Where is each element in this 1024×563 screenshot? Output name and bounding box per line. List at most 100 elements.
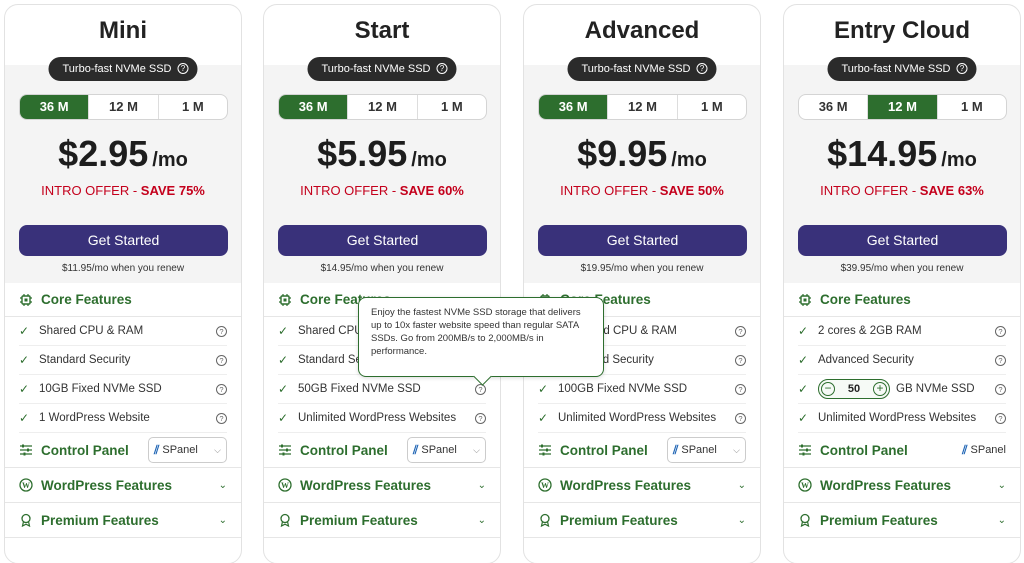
premium-features-toggle[interactable]: Premium Features ⌄ [264, 503, 500, 538]
get-started-button[interactable]: Get Started [538, 225, 747, 256]
help-icon[interactable]: ? [696, 63, 708, 74]
term-selector[interactable]: 36 M 12 M1 M [278, 94, 487, 120]
check-icon: ✓ [798, 411, 809, 425]
control-panel-select[interactable]: ⫽ SPanel ⌵ [148, 437, 227, 463]
feature-row: ✓ Standard Security ? [19, 346, 227, 375]
nvme-badge[interactable]: Turbo-fast NVMe SSD? [307, 57, 457, 81]
help-icon[interactable]: ? [995, 325, 1006, 337]
term-option[interactable]: 12 M [348, 95, 418, 119]
chevron-down-icon: ⌵ [214, 444, 221, 455]
term-selector[interactable]: 36 M 12 M1 M [19, 94, 228, 120]
intro-offer: INTRO OFFER - SAVE 60% [300, 183, 464, 198]
wordpress-features-toggle[interactable]: W WordPress Features ⌄ [784, 468, 1020, 503]
term-selector[interactable]: 36 M 12 M1 M [798, 94, 1007, 120]
feature-list: ✓ 2 cores & 2GB RAM ? ✓ Advanced Securit… [784, 317, 1020, 433]
term-option[interactable]: 1 M [418, 95, 486, 119]
help-icon[interactable]: ? [177, 63, 189, 74]
chevron-down-icon: ⌵ [733, 444, 740, 455]
price: $2.95/mo [58, 133, 188, 174]
wordpress-features-toggle[interactable]: W WordPress Features ⌄ [524, 468, 760, 503]
nvme-badge[interactable]: Turbo-fast NVMe SSD? [827, 57, 977, 81]
feature-label: GB NVMe SSD [896, 383, 975, 395]
wordpress-features-toggle[interactable]: W WordPress Features ⌄ [264, 468, 500, 503]
help-icon[interactable]: ? [995, 383, 1006, 395]
help-icon[interactable]: ? [216, 325, 227, 337]
term-selector[interactable]: 36 M 12 M1 M [538, 94, 747, 120]
ssd-stepper[interactable]: − 50 + [818, 379, 890, 399]
help-icon[interactable]: ? [735, 325, 746, 337]
plan-summary: Turbo-fast NVMe SSD? 36 M 12 M1 M $14.95/… [784, 57, 1020, 283]
term-option[interactable]: 36 M [539, 95, 609, 119]
check-icon: ✓ [278, 324, 289, 338]
sliders-icon [19, 443, 33, 457]
control-panel-select[interactable]: ⫽ SPanel ⌵ [407, 437, 486, 463]
nvme-badge[interactable]: Turbo-fast NVMe SSD? [48, 57, 198, 81]
plan-card: Advanced Turbo-fast NVMe SSD? 36 M 12 M1 … [523, 4, 761, 563]
help-icon[interactable]: ? [216, 354, 227, 366]
help-icon[interactable]: ? [735, 354, 746, 366]
chevron-down-icon: ⌄ [737, 479, 746, 491]
feature-row: ✓ Advanced Security ? [798, 346, 1006, 375]
spanel-label: ⫽ SPanel [962, 442, 1006, 457]
plan-summary: Turbo-fast NVMe SSD? 36 M 12 M1 M $9.95/m… [524, 57, 760, 283]
help-icon[interactable]: ? [475, 412, 486, 424]
chevron-down-icon: ⌄ [997, 479, 1006, 491]
premium-features-toggle[interactable]: Premium Features ⌄ [524, 503, 760, 538]
get-started-button[interactable]: Get Started [278, 225, 487, 256]
sliders-icon [798, 443, 812, 457]
minus-icon[interactable]: − [821, 382, 835, 396]
help-icon[interactable]: ? [475, 383, 486, 395]
plus-icon[interactable]: + [873, 382, 887, 396]
award-icon [798, 513, 812, 528]
help-icon[interactable]: ? [995, 412, 1006, 424]
core-features-header: Core Features [784, 283, 1020, 317]
renew-price: $14.95/mo when you renew [320, 263, 444, 274]
core-features-header: Core Features [5, 283, 241, 317]
renew-price: $19.95/mo when you renew [580, 263, 704, 274]
term-option[interactable]: 12 M [868, 95, 938, 119]
control-panel-select[interactable]: ⫽ SPanel ⌵ [667, 437, 746, 463]
premium-features-toggle[interactable]: Premium Features ⌄ [5, 503, 241, 538]
feature-row: ✓ Unlimited WordPress Websites ? [798, 404, 1006, 433]
feature-row: ✓ Shared CPU & RAM ? [19, 317, 227, 346]
term-option[interactable]: 36 M [799, 95, 869, 119]
check-icon: ✓ [278, 353, 289, 367]
plan-name: Entry Cloud [834, 17, 970, 44]
help-icon[interactable]: ? [735, 383, 746, 395]
feature-label: 50GB Fixed NVMe SSD [298, 383, 421, 395]
help-icon[interactable]: ? [956, 63, 968, 74]
term-option[interactable]: 1 M [678, 95, 746, 119]
help-icon[interactable]: ? [216, 383, 227, 395]
help-icon[interactable]: ? [995, 354, 1006, 366]
control-panel-row: Control Panel ⫽ SPanel ⌵ [524, 433, 760, 468]
feature-row: ✓ Unlimited WordPress Websites ? [278, 404, 486, 433]
feature-row: ✓ 10GB Fixed NVMe SSD ? [19, 375, 227, 404]
wordpress-features-toggle[interactable]: W WordPress Features ⌄ [5, 468, 241, 503]
term-option[interactable]: 12 M [89, 95, 159, 119]
chevron-down-icon: ⌵ [473, 444, 480, 455]
get-started-button[interactable]: Get Started [798, 225, 1007, 256]
nvme-badge[interactable]: Turbo-fast NVMe SSD? [567, 57, 717, 81]
term-option[interactable]: 36 M [279, 95, 349, 119]
feature-label: Advanced Security [818, 354, 914, 366]
spanel-logo-icon: ⫽ [413, 442, 419, 457]
plan-card: Mini Turbo-fast NVMe SSD? 36 M 12 M1 M $2… [4, 4, 242, 563]
check-icon: ✓ [278, 382, 289, 396]
term-option[interactable]: 36 M [20, 95, 90, 119]
get-started-button[interactable]: Get Started [19, 225, 228, 256]
help-icon[interactable]: ? [216, 412, 227, 424]
chevron-down-icon: ⌄ [737, 514, 746, 526]
premium-features-toggle[interactable]: Premium Features ⌄ [784, 503, 1020, 538]
chip-icon [19, 293, 33, 307]
help-icon[interactable]: ? [436, 63, 448, 74]
intro-offer: INTRO OFFER - SAVE 50% [560, 183, 724, 198]
feature-label: Standard Security [39, 354, 131, 366]
feature-label: 10GB Fixed NVMe SSD [39, 383, 162, 395]
term-option[interactable]: 1 M [159, 95, 227, 119]
check-icon: ✓ [19, 353, 30, 367]
feature-label: 100GB Fixed NVMe SSD [558, 383, 688, 395]
plan-card: Start Turbo-fast NVMe SSD? 36 M 12 M1 M $… [263, 4, 501, 563]
help-icon[interactable]: ? [735, 412, 746, 424]
term-option[interactable]: 1 M [938, 95, 1006, 119]
term-option[interactable]: 12 M [608, 95, 678, 119]
